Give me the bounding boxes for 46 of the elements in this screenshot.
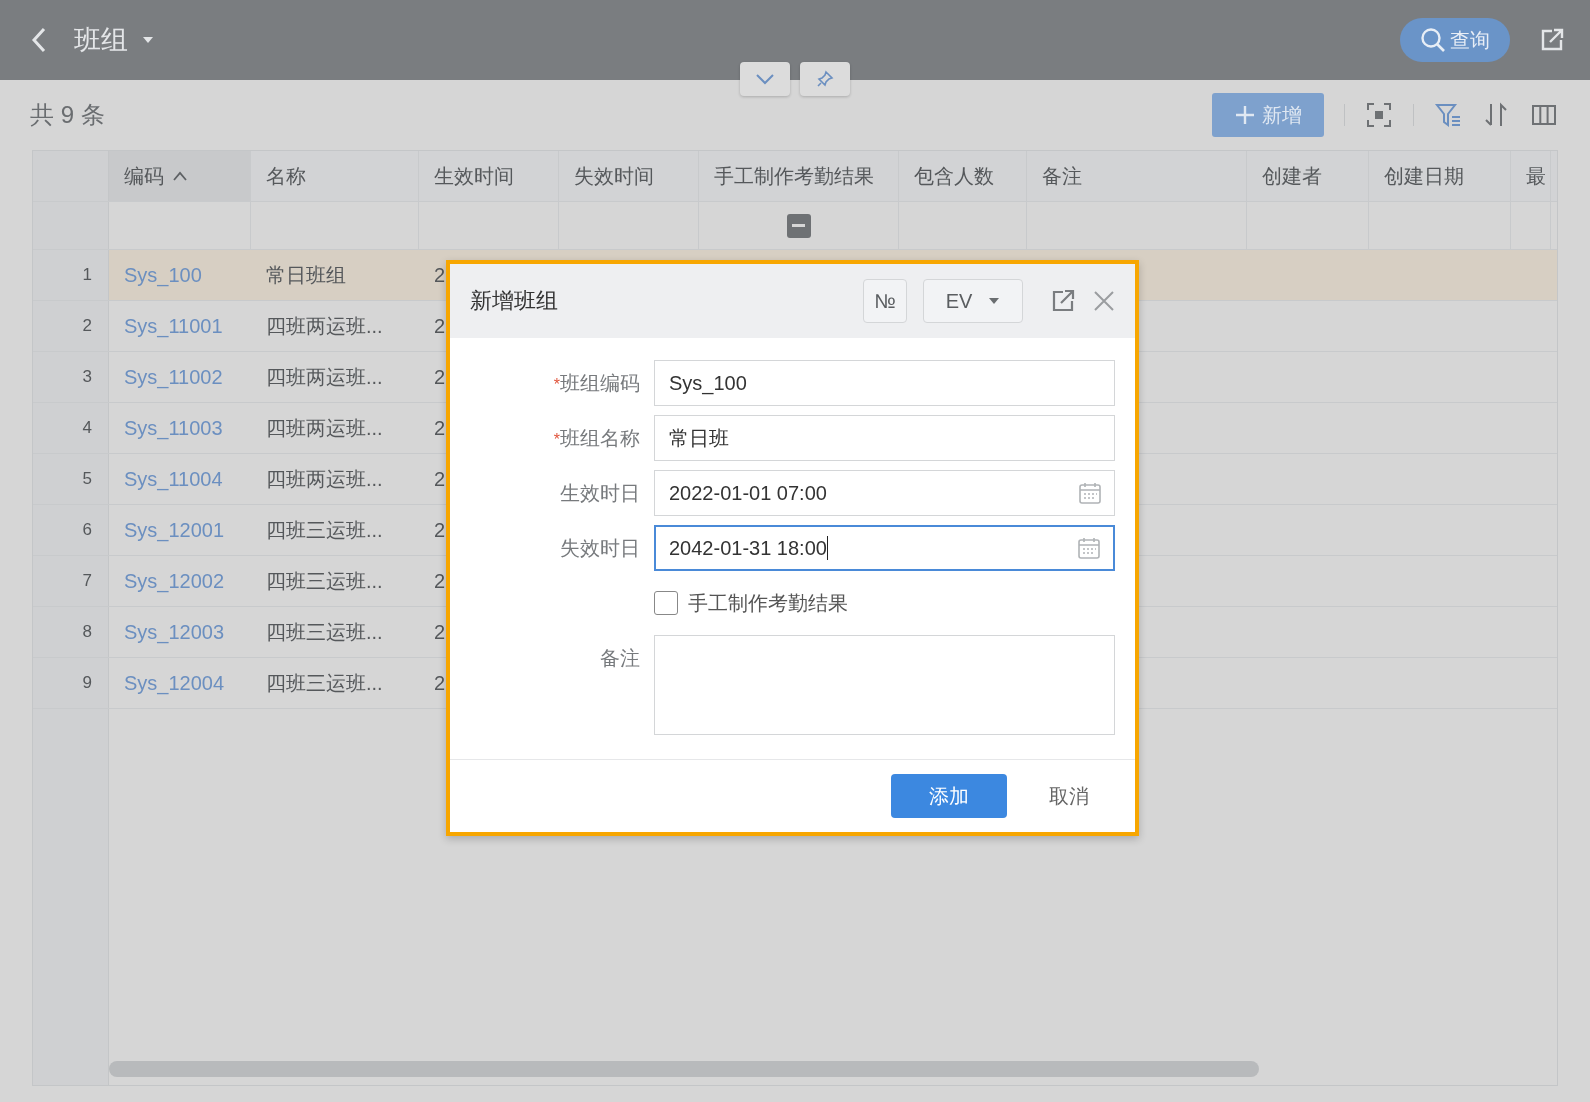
table-cell: 2 — [434, 314, 446, 338]
row-number: 6 — [82, 520, 92, 540]
table-cell: 2 — [434, 518, 446, 542]
field-label: 失效时日 — [560, 536, 640, 559]
table-cell-text: 四班三运班... — [266, 568, 383, 594]
table-cell-text: 常日班组 — [266, 262, 346, 288]
table-cell: 2 — [434, 467, 446, 491]
row-number: 3 — [82, 367, 92, 387]
table-cell-text: 四班三运班... — [266, 670, 383, 696]
table-cell-text: 四班两运班... — [266, 415, 383, 441]
required-mark: * — [553, 375, 560, 393]
required-mark: * — [553, 430, 560, 448]
table-cell-text: 四班两运班... — [266, 313, 383, 339]
table-cell: 2 — [434, 365, 446, 389]
dialog-title: 新增班组 — [470, 287, 558, 315]
column-title: 生效时间 — [434, 163, 514, 189]
column-title: 最 — [1526, 163, 1546, 189]
row-number: 5 — [82, 469, 92, 489]
field-label: 班组编码 — [560, 371, 640, 394]
column-title: 名称 — [266, 163, 306, 189]
table-cell: 2 — [434, 416, 446, 440]
column-title: 失效时间 — [574, 163, 654, 189]
table-cell: 2 — [434, 263, 446, 287]
row-number: 2 — [82, 316, 92, 336]
table-cell: 2 — [434, 671, 446, 695]
column-title: 编码 — [124, 163, 164, 189]
table-cell: 2 — [434, 620, 446, 644]
field-label: 生效时日 — [560, 481, 640, 504]
table-cell-text: 四班两运班... — [266, 466, 383, 492]
field-label: 备注 — [600, 647, 640, 669]
record-count: 共 9 条 — [30, 100, 105, 130]
table-cell-text: 四班三运班... — [266, 517, 383, 543]
column-title: 手工制作考勤结果 — [714, 163, 874, 189]
row-number: 4 — [82, 418, 92, 438]
column-title: 创建者 — [1262, 163, 1322, 189]
column-title: 包含人数 — [914, 163, 994, 189]
row-number: 9 — [82, 673, 92, 693]
table-cell-text: 四班两运班... — [266, 364, 383, 390]
row-number: 8 — [82, 622, 92, 642]
row-number: 7 — [82, 571, 92, 591]
table-cell: 2 — [434, 569, 446, 593]
row-number: 1 — [82, 265, 92, 285]
column-title: 备注 — [1042, 163, 1082, 189]
column-title: 创建日期 — [1384, 163, 1464, 189]
field-label: 班组名称 — [560, 426, 640, 449]
table-cell-text: 四班三运班... — [266, 619, 383, 645]
